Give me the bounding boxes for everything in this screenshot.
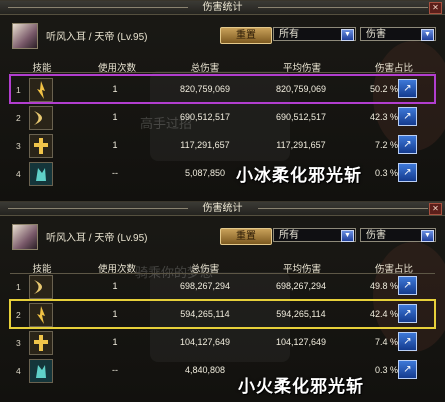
window-title: 伤害统计 [202, 203, 243, 214]
player-info: 听风入耳 / 天帝 (Lv.95) [12, 224, 222, 250]
player-filter-value: 所有 [279, 230, 299, 241]
stat-type-select[interactable]: 伤害 ▼ [360, 27, 436, 41]
player-name: 听风入耳 / 天帝 (Lv.95) [46, 32, 148, 43]
row-uses: 1 [112, 112, 118, 122]
row-rank: 4 [16, 366, 21, 376]
row-total: 104,127,649 [179, 337, 231, 347]
overlay-caption: 小冰柔化邪光斩 [236, 166, 362, 185]
player-name: 听风入耳 / 天帝 (Lv.95) [46, 233, 148, 244]
flame-sword-skill-icon [29, 78, 53, 102]
chevron-down-icon[interactable]: ▼ [341, 29, 354, 41]
avatar [12, 23, 38, 49]
row-rank: 4 [16, 169, 21, 179]
window-titlebar[interactable]: 伤害统计 ✕ [0, 202, 445, 216]
row-pct: 50.2 % [369, 84, 398, 94]
table-row[interactable]: 3 1 104,127,649 104,127,649 7.4 % ↗ [10, 328, 435, 356]
export-icon[interactable]: ↗ [398, 332, 417, 351]
row-rank: 2 [16, 310, 21, 320]
export-icon[interactable]: ↗ [398, 276, 417, 295]
table-row[interactable]: 4 -- 4,840,808 0.3 % ↗ [10, 356, 435, 384]
row-total: 117,291,657 [180, 140, 230, 150]
table-row[interactable]: 2 1 594,265,114 594,265,114 42.4 % ↗ [9, 299, 436, 329]
row-total: 698,267,294 [179, 281, 231, 291]
close-icon[interactable]: ✕ [429, 203, 442, 215]
row-rank: 3 [16, 141, 21, 151]
close-icon[interactable]: ✕ [429, 2, 442, 14]
row-pct: 7.4 % [374, 337, 398, 347]
stat-type-value: 伤害 [366, 230, 386, 241]
row-uses: 1 [112, 337, 118, 347]
table-header: 技能 使用次数 总伤害 平均伤害 伤害占比 [10, 261, 435, 275]
table-row[interactable]: 2 1 690,512,517 690,512,517 42.3 % ↗ [10, 103, 435, 131]
ghost-step-skill-icon [29, 359, 53, 383]
table-row[interactable]: 1 1 698,267,294 698,267,294 49.8 % ↗ [10, 272, 435, 300]
chevron-down-icon[interactable]: ▼ [421, 29, 434, 41]
row-uses: 1 [112, 309, 118, 319]
row-total: 690,512,517 [179, 112, 231, 122]
table-header: 技能 使用次数 总伤害 平均伤害 伤害占比 [10, 60, 435, 74]
row-rank: 1 [16, 282, 21, 292]
ghost-step-skill-icon [29, 162, 53, 186]
damage-stats-panel-1: 高手过招 伤害统计 ✕ 听风入耳 / 天帝 (Lv.95) 重置 所有 ▼ 伤害… [0, 0, 445, 201]
row-uses: -- [112, 365, 118, 375]
row-pct: 7.2 % [374, 140, 398, 150]
export-icon[interactable]: ↗ [398, 360, 417, 379]
export-icon[interactable]: ↗ [398, 107, 417, 126]
row-rank: 3 [16, 338, 21, 348]
row-pct: 49.8 % [369, 281, 398, 291]
player-filter-value: 所有 [279, 29, 299, 40]
table-row[interactable]: 4 -- 5,087,850 0.3 % ↗ [10, 159, 435, 187]
row-total: 820,759,069 [179, 84, 231, 94]
row-uses: -- [112, 168, 118, 178]
flame-sword-skill-icon [29, 303, 53, 327]
golden-cross-skill-icon [29, 331, 53, 355]
crescent-slash-skill-icon [29, 275, 53, 299]
overlay-caption: 小火柔化邪光斩 [238, 377, 364, 396]
stat-type-value: 伤害 [366, 29, 386, 40]
player-info: 听风入耳 / 天帝 (Lv.95) [12, 23, 222, 49]
row-pct: 42.4 % [369, 309, 398, 319]
table-row[interactable]: 1 1 820,759,069 820,759,069 50.2 % ↗ [9, 74, 436, 104]
stat-type-select[interactable]: 伤害 ▼ [360, 228, 436, 242]
crescent-slash-skill-icon [29, 106, 53, 130]
row-rank: 1 [16, 85, 21, 95]
row-rank: 2 [16, 113, 21, 123]
player-filter-select[interactable]: 所有 ▼ [273, 27, 356, 41]
export-icon[interactable]: ↗ [398, 304, 417, 323]
avatar [12, 224, 38, 250]
row-uses: 1 [112, 281, 118, 291]
export-icon[interactable]: ↗ [398, 163, 417, 182]
divider [10, 72, 435, 73]
window-titlebar[interactable]: 伤害统计 ✕ [0, 1, 445, 15]
chevron-down-icon[interactable]: ▼ [421, 230, 434, 242]
damage-stats-panel-2: 骑乘你的梦想 伤害统计 ✕ 听风入耳 / 天帝 (Lv.95) 重置 所有 ▼ … [0, 201, 445, 402]
row-pct: 42.3 % [369, 112, 398, 122]
table-row[interactable]: 3 1 117,291,657 117,291,657 7.2 % ↗ [10, 131, 435, 159]
window-title: 伤害统计 [202, 2, 243, 13]
golden-cross-skill-icon [29, 134, 53, 158]
export-icon[interactable]: ↗ [398, 79, 417, 98]
reset-button[interactable]: 重置 [220, 27, 272, 44]
reset-button[interactable]: 重置 [220, 228, 272, 245]
player-filter-select[interactable]: 所有 ▼ [273, 228, 356, 242]
export-icon[interactable]: ↗ [398, 135, 417, 154]
row-total: 594,265,114 [180, 309, 230, 319]
row-uses: 1 [112, 140, 118, 150]
row-uses: 1 [112, 84, 118, 94]
chevron-down-icon[interactable]: ▼ [341, 230, 354, 242]
